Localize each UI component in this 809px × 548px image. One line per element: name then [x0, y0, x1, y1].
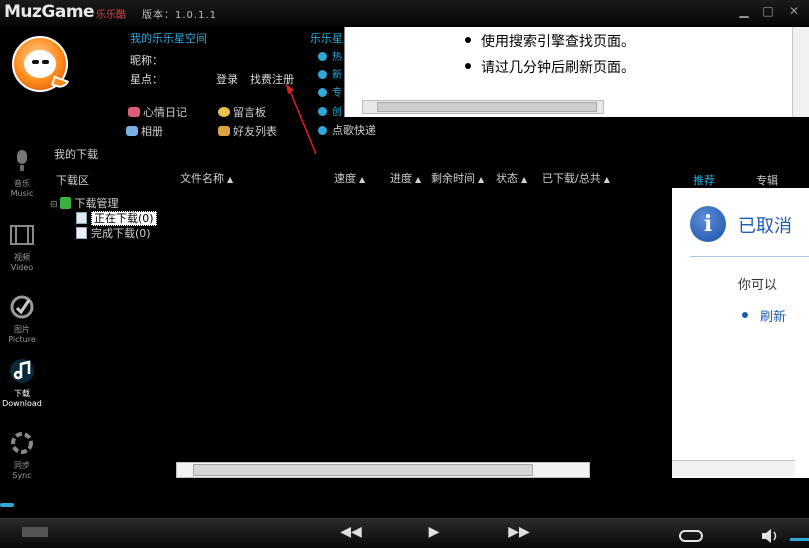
col-speed[interactable]: 速度 ▲	[334, 170, 365, 186]
col-status[interactable]: 状态 ▲	[496, 170, 527, 186]
repeat-icon[interactable]	[678, 528, 704, 544]
recommend-hscrollbar[interactable]	[672, 460, 795, 476]
nav-picture[interactable]: 图片 Picture	[2, 294, 42, 344]
recommend-panel: i 已取消 你可以 刷新	[672, 188, 809, 478]
bullet-icon	[465, 37, 471, 43]
bullet-icon	[318, 70, 327, 79]
download-file-icon	[76, 212, 87, 224]
sort-asc-icon: ▲	[521, 175, 528, 184]
maximize-icon[interactable]: □	[760, 3, 776, 19]
tree-download-manager[interactable]: ⊟ 下载管理	[50, 195, 119, 211]
music-list-title[interactable]: 乐乐星	[310, 30, 343, 46]
diary-link[interactable]: 心情日记	[128, 104, 187, 120]
scroll-thumb[interactable]	[377, 102, 597, 112]
nav-music[interactable]: 音乐 Music	[2, 148, 42, 198]
bullet-icon	[318, 52, 327, 61]
error-line-1: 使用搜索引擎查找页面。	[465, 31, 635, 51]
logo-tail	[50, 75, 70, 91]
section-title: 我的下载	[54, 148, 98, 161]
close-icon[interactable]: ✕	[786, 3, 802, 19]
scroll-thumb[interactable]	[193, 464, 533, 476]
sort-asc-icon: ▲	[227, 175, 234, 184]
info-icon: i	[690, 206, 726, 242]
nav-sync[interactable]: 同步 Sync	[2, 430, 42, 480]
nav-download[interactable]: 下载 Download	[2, 358, 42, 408]
web-panel-vscrollbar[interactable]	[792, 27, 809, 117]
logo-eye	[32, 60, 39, 64]
col-downloaded-total[interactable]: 已下载/总共 ▲	[542, 170, 610, 186]
red-arrow-annotation	[286, 84, 317, 155]
sort-asc-icon: ▲	[603, 175, 610, 184]
col-remaining[interactable]: 剩余时间 ▲	[431, 170, 484, 186]
refresh-link[interactable]: 刷新	[760, 306, 786, 325]
minimize-icon[interactable]: ▁	[736, 3, 752, 19]
music-note-icon	[10, 359, 34, 383]
download-list-hscrollbar[interactable]	[176, 462, 590, 478]
film-icon	[10, 225, 34, 245]
guestbook-label: 留言板	[233, 106, 266, 119]
bullet-icon	[465, 63, 471, 69]
sync-icon	[11, 432, 33, 454]
friends-icon	[218, 126, 230, 136]
download-zone-title: 下载区	[56, 174, 89, 187]
microphone-icon	[17, 150, 27, 171]
next-icon[interactable]: ▶▶	[505, 524, 533, 540]
col-filename[interactable]: 文件名称 ▲	[180, 170, 233, 186]
guestbook-link[interactable]: 留言板	[218, 104, 266, 120]
navigation-canceled-text: 已取消	[738, 216, 792, 237]
friends-label: 好友列表	[233, 125, 277, 138]
stars-label: 星点：	[130, 73, 163, 86]
status-indicator-icon	[0, 503, 14, 507]
guestbook-icon	[218, 107, 230, 117]
tree-downloading[interactable]: 正在下载(0)	[76, 210, 157, 226]
col-progress[interactable]: 进度 ▲	[390, 170, 421, 186]
heart-icon	[128, 107, 140, 117]
app-brand-cn: 乐乐酷	[96, 10, 126, 21]
play-icon[interactable]: ▶	[420, 524, 448, 540]
previous-icon[interactable]: ◀◀	[337, 524, 365, 540]
album-link[interactable]: 相册	[126, 123, 163, 139]
request-song-link[interactable]: 点歌快递	[318, 122, 376, 138]
bullet-icon	[742, 312, 748, 318]
suggestion-text: 你可以	[738, 278, 778, 293]
myspace-link[interactable]: 我的乐乐星空间	[130, 30, 207, 46]
volume-level-bar[interactable]	[790, 538, 809, 541]
folder-icon	[59, 197, 71, 209]
version-label: 版本：1.0.1.1	[142, 10, 217, 21]
app-logo[interactable]	[12, 36, 70, 92]
collapse-icon[interactable]: ⊟	[50, 200, 58, 210]
tab-album[interactable]: 专辑	[756, 172, 778, 188]
nav-video[interactable]: 视频 Video	[2, 222, 42, 272]
friends-link[interactable]: 好友列表	[218, 123, 277, 139]
picture-icon	[10, 295, 34, 319]
album-label: 相册	[141, 125, 163, 138]
login-link[interactable]: 登录	[216, 71, 238, 87]
logo-face	[24, 50, 56, 78]
album-icon	[126, 126, 138, 136]
sort-asc-icon: ▲	[359, 175, 366, 184]
sort-asc-icon: ▲	[415, 175, 422, 184]
nickname-label: 昵称：	[130, 54, 163, 67]
logo-eye	[42, 60, 49, 64]
app-brand: MuzGame	[4, 2, 95, 22]
error-line-2: 请过几分钟后刷新页面。	[465, 57, 635, 77]
tab-recommend[interactable]: 推荐	[693, 172, 715, 188]
sort-asc-icon: ▲	[478, 175, 485, 184]
volume-icon[interactable]	[760, 527, 780, 545]
diary-label: 心情日记	[143, 106, 187, 119]
web-panel-hscrollbar[interactable]	[362, 100, 604, 114]
tree-completed[interactable]: 完成下载(0)	[76, 225, 151, 241]
completed-file-icon	[76, 227, 87, 239]
equalizer-icon[interactable]	[22, 527, 48, 537]
divider	[690, 256, 809, 257]
